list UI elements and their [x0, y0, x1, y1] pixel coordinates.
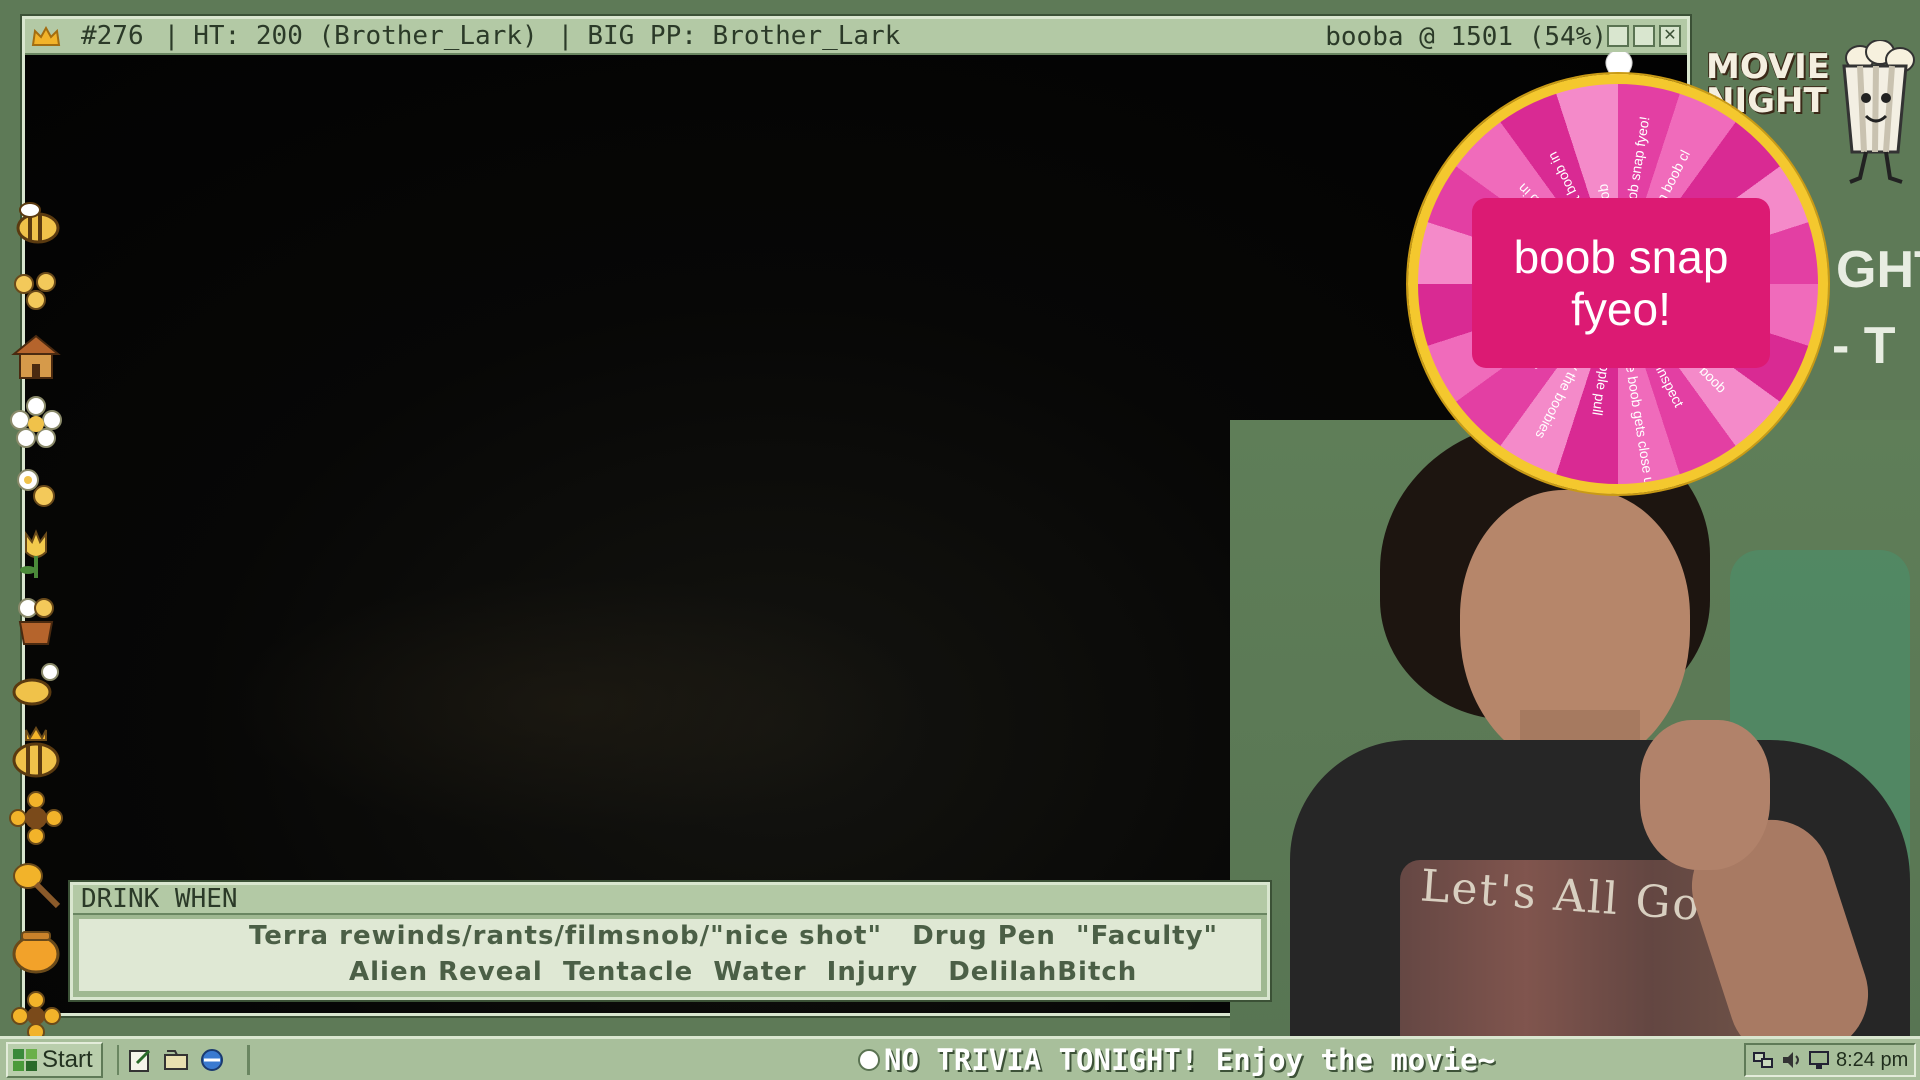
tulip-icon[interactable] [8, 526, 64, 582]
start-logo-icon [13, 1048, 37, 1071]
stream-number: #276 [81, 21, 144, 51]
network-icon[interactable] [1752, 1049, 1774, 1071]
notepad-icon[interactable] [127, 1047, 153, 1073]
honey-pot-icon[interactable] [8, 922, 64, 978]
webcam-feed: Let's All Go T [1230, 420, 1920, 1040]
close-button[interactable]: ✕ [1659, 25, 1681, 47]
clock: 8:24 pm [1836, 1048, 1909, 1071]
ticker-text: NO TRIVIA TONIGHT! Enjoy the movie~ [884, 1043, 1496, 1077]
quick-launch [116, 1044, 250, 1075]
flower-bunch-icon[interactable] [8, 262, 64, 318]
webcam-hand [1640, 720, 1770, 870]
crown-icon [29, 23, 63, 49]
browser-icon[interactable] [199, 1047, 225, 1073]
ticker: NO TRIVIA TONIGHT! Enjoy the movie~ [858, 1043, 1495, 1077]
high-tip-readout: HT: 200 (Brother_Lark) [193, 21, 538, 51]
sunflower-icon[interactable] [8, 790, 64, 846]
side-caption-dash: - T [1832, 317, 1896, 375]
goal-readout: booba @ 1501 (54%) [1325, 22, 1607, 52]
queen-bee-icon[interactable] [8, 724, 64, 780]
big-pp-readout: BIG PP: Brother_Lark [587, 21, 901, 51]
drink-when-body: Terra rewinds/rants/filmsnob/"nice shot"… [79, 919, 1261, 991]
side-caption-ght: GHT: [1836, 241, 1920, 299]
icon-column [0, 196, 72, 1054]
quick-launch-divider [246, 1044, 250, 1075]
start-button[interactable]: Start [6, 1041, 103, 1078]
taskbar: Start NO TRIVIA TONIGHT! Enjoy the movie… [0, 1036, 1920, 1080]
volume-icon[interactable] [1780, 1049, 1802, 1071]
folder-tools-icon[interactable] [163, 1047, 189, 1073]
flower-pair-icon[interactable] [8, 460, 64, 516]
minimize-button[interactable] [1607, 25, 1629, 47]
start-label: Start [42, 1045, 93, 1073]
flower-pot-icon[interactable] [8, 592, 64, 648]
window-controls: ✕ [1607, 25, 1681, 47]
beehive-house-icon[interactable] [8, 328, 64, 384]
video-window-titlebar[interactable]: #276 | HT: 200 (Brother_Lark) | BIG PP: … [25, 19, 1687, 55]
titlebar-divider: | [557, 21, 574, 51]
bee-flowers-icon[interactable] [8, 658, 64, 714]
wheel-result-text: boob snap fyeo! [1472, 198, 1770, 368]
popcorn-mascot-icon [1842, 40, 1915, 184]
bee-icon[interactable] [8, 196, 64, 252]
drink-when-panel: DRINK WHEN Terra rewinds/rants/filmsnob/… [70, 882, 1270, 1000]
video-dark-scene [225, 575, 925, 835]
daisy-icon[interactable] [8, 394, 64, 450]
honey-dipper-icon[interactable] [8, 856, 64, 912]
maximize-button[interactable] [1633, 25, 1655, 47]
ticker-dot-icon [858, 1049, 880, 1071]
drink-when-header: DRINK WHEN [73, 885, 1267, 915]
drink-when-line2: Alien Reveal Tentacle Water Injury Delil… [349, 957, 1138, 987]
drink-when-line1: Terra rewinds/rants/filmsnob/"nice shot"… [249, 921, 1219, 951]
monitor-icon[interactable] [1808, 1049, 1830, 1071]
titlebar-divider: | [163, 21, 180, 51]
movie-night-line1: MOVIE [1706, 47, 1831, 87]
system-tray: 8:24 pm [1744, 1043, 1916, 1077]
